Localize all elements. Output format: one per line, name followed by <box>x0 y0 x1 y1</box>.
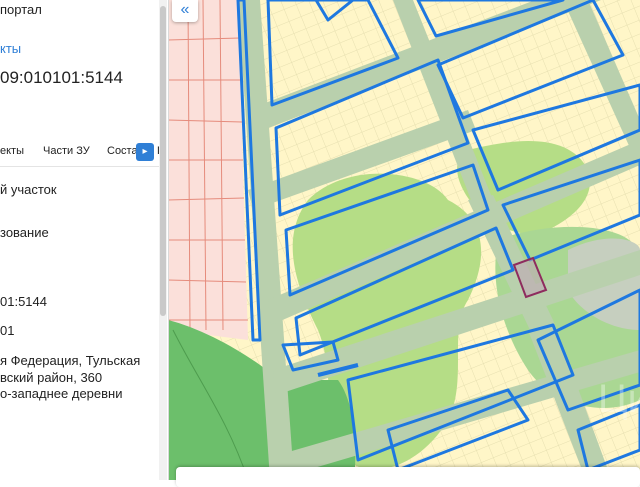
map-bottom-bar <box>176 467 640 487</box>
type-value: й участок <box>0 182 57 197</box>
cadastral-number: 09:010101:5144 <box>0 68 123 87</box>
tabs-divider <box>0 166 160 167</box>
settlement-area <box>168 0 248 340</box>
portal-title: портал <box>0 2 42 17</box>
info-panel: портал кты 09:010101:5144 екты Части ЗУ … <box>0 0 169 480</box>
collapse-panel-button[interactable]: « <box>172 0 198 22</box>
objects-link[interactable]: кты <box>0 41 21 56</box>
panel-scrollbar[interactable] <box>160 6 166 316</box>
number-value: 01:5144 <box>0 294 47 309</box>
tabs-next-button[interactable]: ▸ <box>136 143 154 161</box>
cadastral-map[interactable]: Циан <box>168 0 640 480</box>
address-line-2: вский район, 360 <box>0 370 103 385</box>
address-line-1: я Федерация, Тульская <box>0 353 141 368</box>
usage-value: зование <box>0 225 49 240</box>
tab-composition[interactable]: Соста <box>107 145 138 157</box>
address-line-3: о-западнее деревни <box>0 386 123 401</box>
tab-objects[interactable]: екты <box>0 145 24 157</box>
watermark-text: Циан <box>598 377 640 421</box>
tab-parts[interactable]: Части ЗУ <box>43 145 90 157</box>
code-value: 01 <box>0 323 15 338</box>
map-canvas[interactable]: Циан <box>168 0 640 480</box>
